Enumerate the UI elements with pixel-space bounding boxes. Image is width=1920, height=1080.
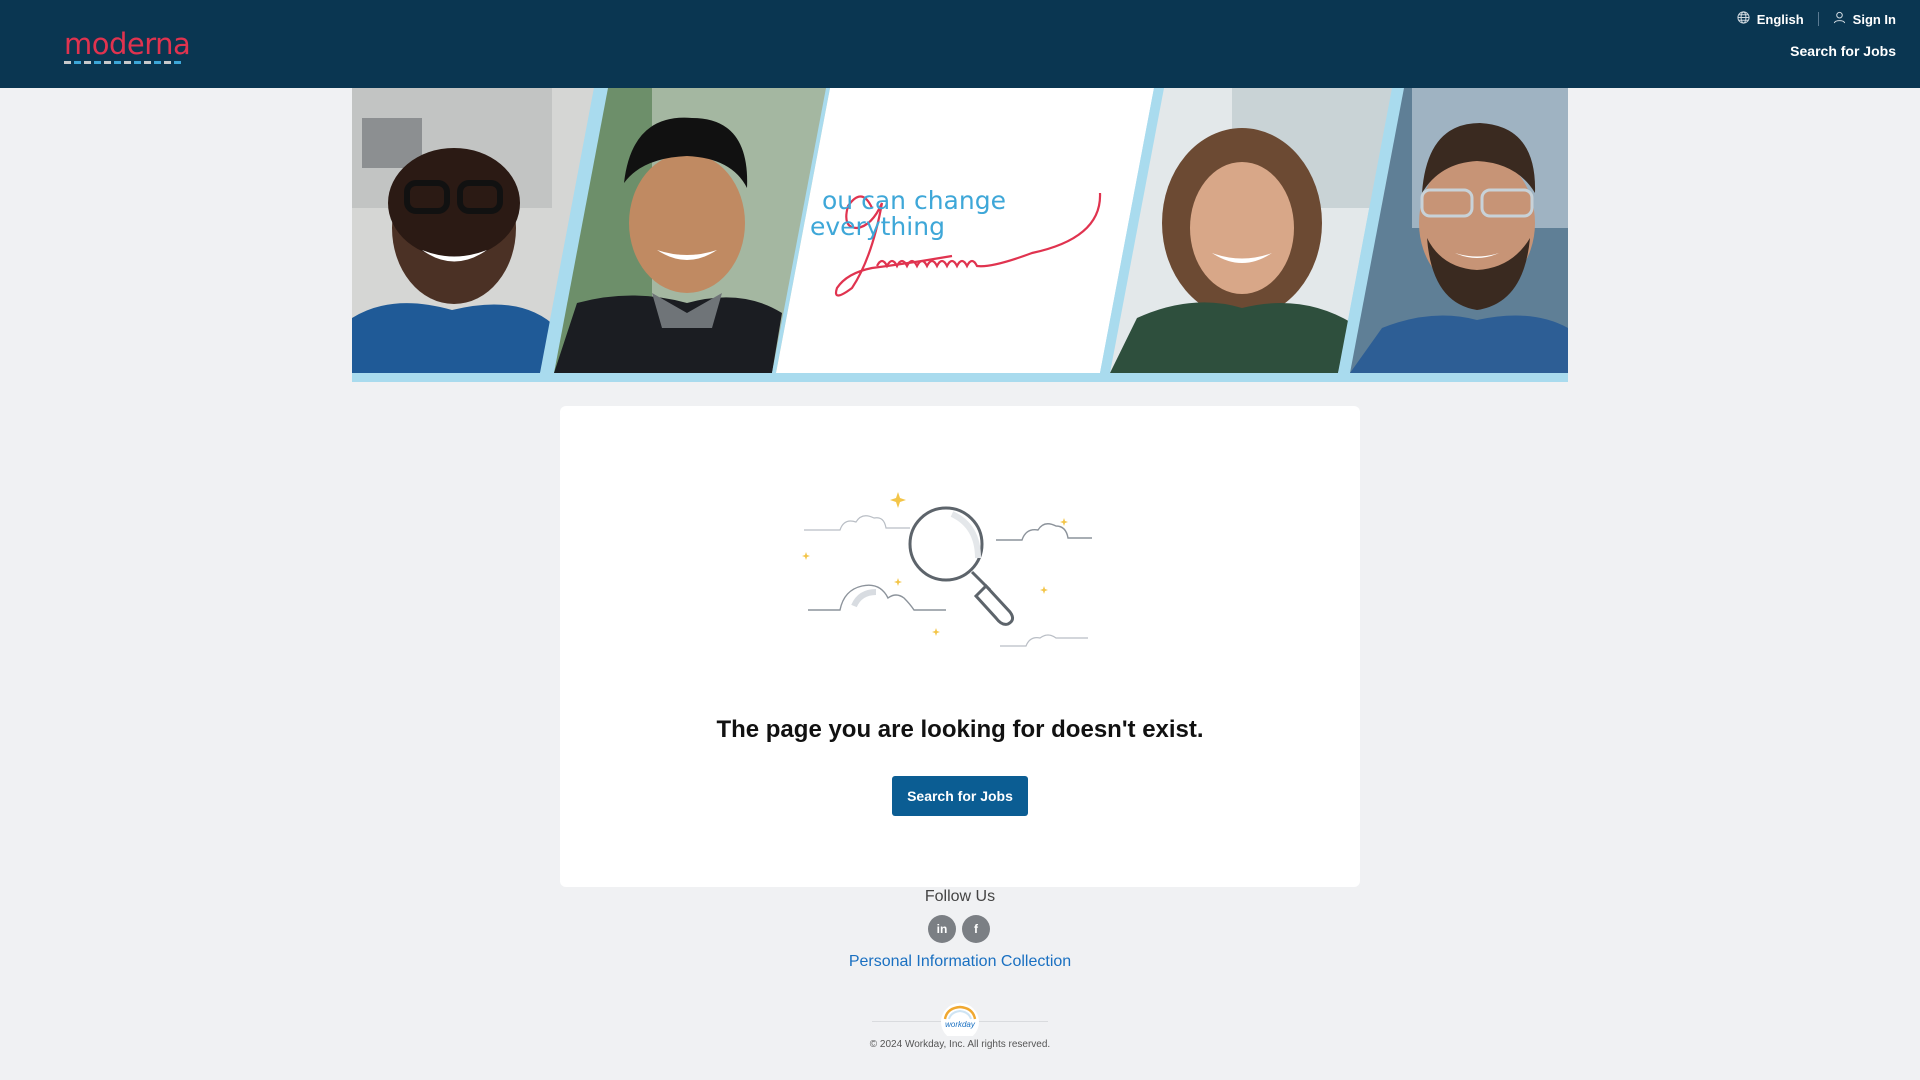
divider	[1817, 12, 1819, 26]
language-selector[interactable]: English	[1737, 11, 1804, 27]
facebook-icon[interactable]: f	[962, 915, 990, 943]
personal-information-collection-link[interactable]: Personal Information Collection	[849, 953, 1071, 970]
hero-banner: ou can change everything	[352, 88, 1568, 382]
language-label: English	[1756, 11, 1804, 27]
social-links: in f	[928, 915, 990, 943]
logo-wordmark: moderna	[64, 27, 191, 61]
workday-wordmark: workday	[945, 1020, 975, 1029]
not-found-message: The page you are looking for doesn't exi…	[716, 716, 1204, 743]
privacy-link-row: Personal Information Collection	[0, 953, 1920, 971]
globe-icon	[1737, 11, 1750, 27]
moderna-logo[interactable]: moderna	[64, 27, 191, 64]
footer-divider-right	[978, 1021, 1048, 1022]
linkedin-icon[interactable]: in	[928, 915, 956, 943]
sign-in-link[interactable]: Sign In	[1833, 11, 1896, 27]
utility-links: English Sign In	[1737, 11, 1896, 27]
banner-tagline: ou can change everything	[810, 186, 1006, 240]
site-header: moderna English Sign In Search for Jobs	[0, 0, 1920, 88]
user-icon	[1833, 11, 1846, 27]
logo-dash-underline	[64, 61, 182, 64]
follow-us-label: Follow Us	[924, 888, 996, 905]
nav-search-jobs-link[interactable]: Search for Jobs	[1790, 43, 1896, 59]
search-jobs-button[interactable]: Search for Jobs	[892, 776, 1028, 816]
footer-divider-left	[872, 1021, 942, 1022]
workday-logo: workday	[937, 1002, 983, 1041]
tagline-word-ou: ou can change	[822, 186, 1006, 215]
sign-in-label: Sign In	[1852, 11, 1896, 27]
tagline-word-everything: everything	[810, 212, 945, 241]
magnifying-glass-illustration	[800, 486, 1120, 661]
not-found-card: The page you are looking for doesn't exi…	[560, 406, 1360, 887]
copyright-text: © 2024 Workday, Inc. All rights reserved…	[869, 1039, 1051, 1050]
